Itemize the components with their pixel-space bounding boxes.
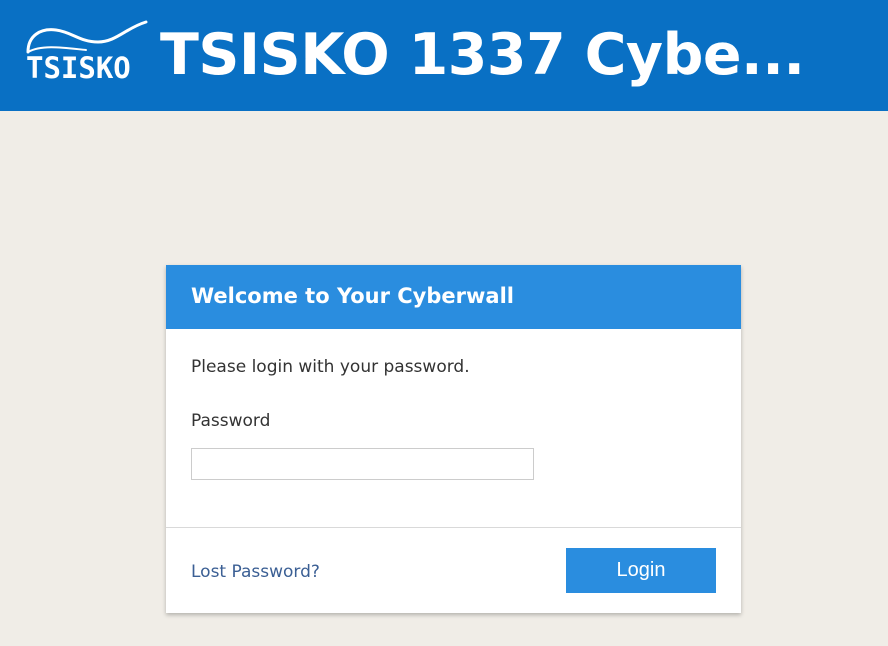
- login-card-header: Welcome to Your Cyberwall: [166, 265, 741, 329]
- login-instructions: Please login with your password.: [191, 357, 470, 377]
- card-divider: [166, 527, 741, 528]
- top-banner: TSISKO TSISKO 1337 Cybe...: [0, 0, 888, 111]
- login-card-title: Welcome to Your Cyberwall: [191, 284, 514, 308]
- tsisko-logo: TSISKO: [22, 18, 154, 85]
- password-input[interactable]: [191, 448, 534, 480]
- app-title: TSISKO 1337 Cybe...: [160, 22, 805, 88]
- login-button[interactable]: Login: [566, 548, 716, 593]
- lost-password-link[interactable]: Lost Password?: [191, 562, 320, 582]
- password-label: Password: [191, 411, 271, 431]
- logo-text: TSISKO: [26, 51, 131, 85]
- login-card: Welcome to Your Cyberwall Please login w…: [166, 265, 741, 613]
